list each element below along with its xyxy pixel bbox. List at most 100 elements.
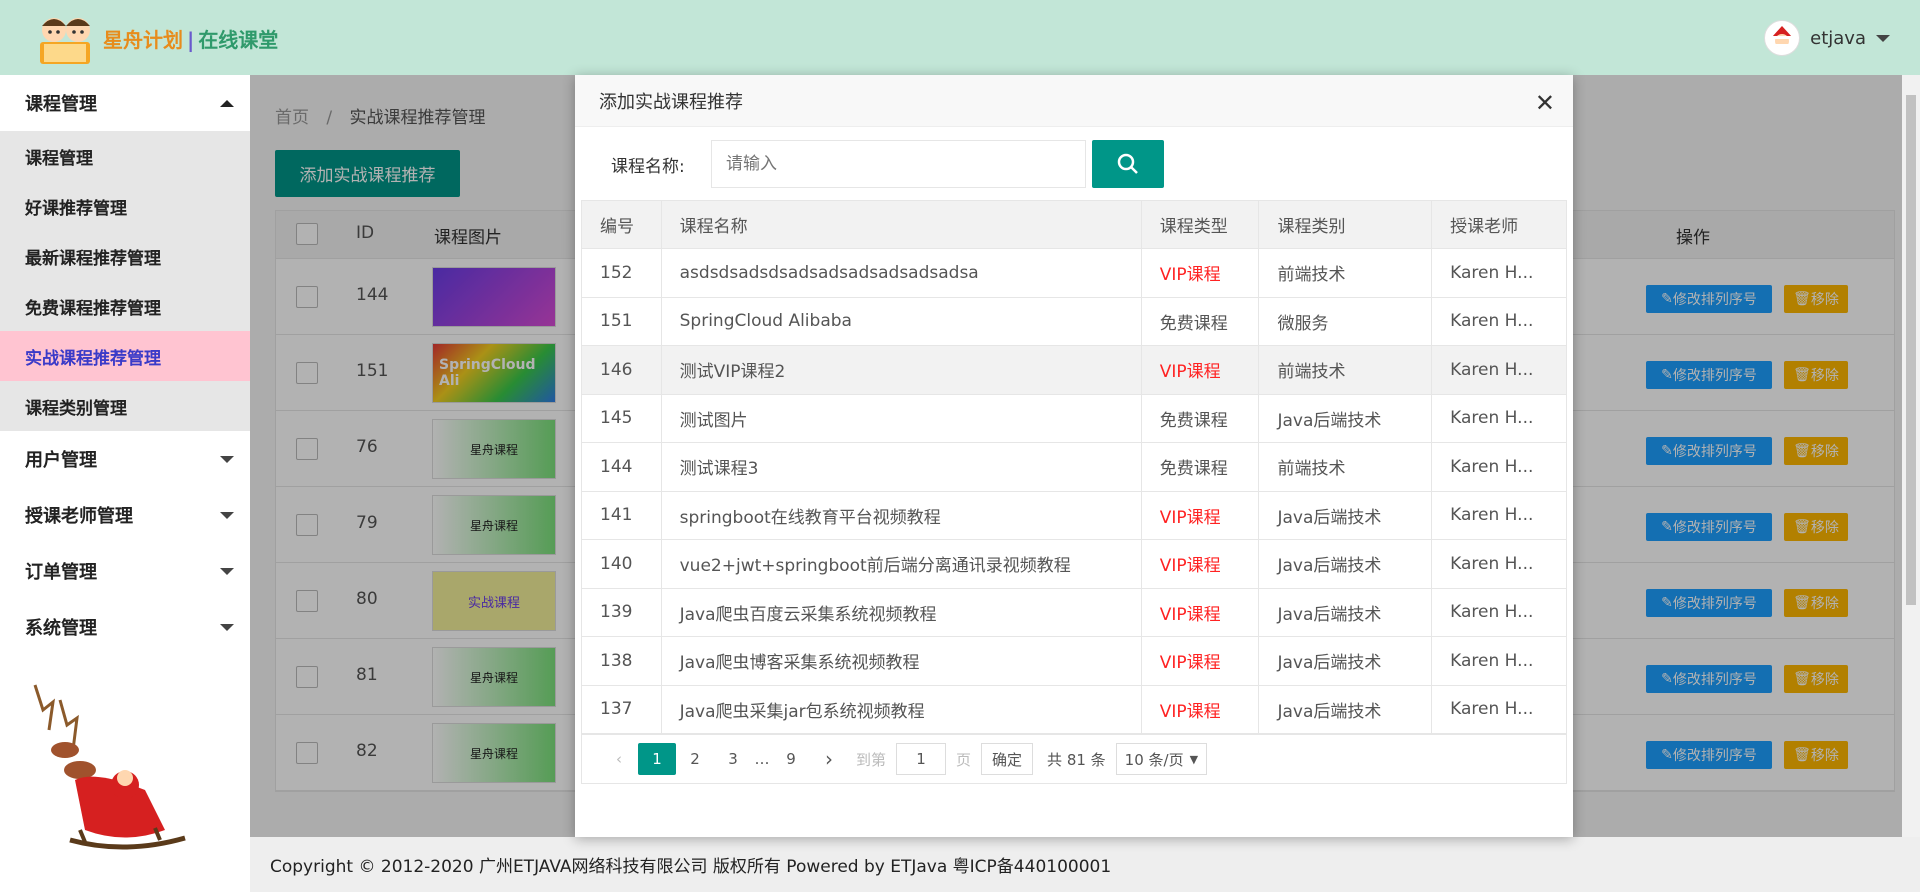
cell-id: 144 — [581, 442, 662, 492]
sidebar-group-label: 订单管理 — [25, 562, 97, 583]
sidebar-item-new-course[interactable]: 最新课程推荐管理 — [0, 231, 250, 281]
goto-confirm-button[interactable]: 确定 — [981, 743, 1034, 775]
cell-id: 140 — [581, 539, 662, 589]
chevron-down-icon[interactable] — [1876, 34, 1890, 42]
table-row[interactable]: 139 Java爬虫百度云采集系统视频教程 VIP课程 Java后端技术 Karen H… — [581, 587, 1567, 637]
cell-type: VIP课程 — [1140, 345, 1260, 395]
cell-category: Java后端技术 — [1258, 587, 1433, 637]
sidebar-group-order[interactable]: 订单管理 — [0, 543, 250, 599]
sidebar-group-teacher[interactable]: 授课老师管理 — [0, 487, 250, 543]
sidebar-group-system[interactable]: 系统管理 — [0, 599, 250, 655]
pagination: ‹ 1 2 3 … 9 › 到第 1 页 确定 共 81 条 10 条/页 ▼ — [581, 734, 1567, 784]
table-row[interactable]: 146 测试VIP课程2 VIP课程 前端技术 Karen H... — [581, 345, 1567, 395]
table-row[interactable]: 144 测试课程3 免费课程 前端技术 Karen H... — [581, 442, 1567, 492]
table-row[interactable]: 152 asdsdsadsdsadsadsadsadsadsadsa VIP课程 前端… — [581, 248, 1567, 298]
search-icon — [1117, 153, 1138, 174]
sidebar-item-course-category[interactable]: 课程类别管理 — [0, 381, 250, 431]
cell-teacher: Karen H... — [1431, 539, 1567, 589]
chevron-down-icon — [220, 455, 234, 463]
logo-separator: | — [187, 28, 195, 52]
add-recommend-modal: 添加实战课程推荐 ✕ 课程名称: 编号 课程名称 课程类型 课程类别 授课老师 … — [575, 75, 1573, 837]
cell-teacher: Karen H... — [1431, 296, 1567, 346]
cell-category: 微服务 — [1258, 296, 1433, 346]
next-page-icon[interactable]: › — [810, 743, 848, 775]
cell-category: 前端技术 — [1258, 248, 1433, 298]
cell-id: 151 — [581, 296, 662, 346]
cell-type: VIP课程 — [1140, 587, 1260, 637]
table-header-row: 编号 课程名称 课程类型 课程类别 授课老师 — [581, 200, 1567, 249]
cell-name: Java爬虫百度云采集系统视频教程 — [660, 587, 1142, 637]
page-9[interactable]: 9 — [772, 743, 810, 775]
search-button[interactable] — [1092, 140, 1164, 188]
cell-teacher: Karen H... — [1431, 636, 1567, 686]
col-course-name: 课程名称 — [660, 200, 1142, 249]
page-1[interactable]: 1 — [638, 743, 676, 775]
top-header: 星舟计划 | 在线课堂 etjava — [0, 0, 1920, 75]
cell-type: VIP课程 — [1140, 248, 1260, 298]
chevron-down-icon — [220, 511, 234, 519]
goto-label: 到第 — [856, 750, 887, 769]
cell-category: Java后端技术 — [1258, 636, 1433, 686]
santa-sleigh-icon — [33, 684, 186, 850]
modal-header: 添加实战课程推荐 ✕ — [575, 75, 1573, 127]
prev-page-icon[interactable]: ‹ — [600, 743, 638, 775]
sidebar-group-label: 用户管理 — [25, 450, 97, 471]
table-row[interactable]: 138 Java爬虫博客采集系统视频教程 VIP课程 Java后端技术 Karen H.… — [581, 636, 1567, 686]
page-3[interactable]: 3 — [714, 743, 752, 775]
cell-category: Java后端技术 — [1258, 684, 1433, 734]
cell-teacher: Karen H... — [1431, 684, 1567, 734]
chevron-down-icon — [220, 623, 234, 631]
cell-name: vue2+jwt+springboot前后端分离通讯录视频教程 — [660, 539, 1142, 589]
cell-name: 测试VIP课程2 — [660, 345, 1142, 395]
cell-category: Java后端技术 — [1258, 393, 1433, 443]
cell-type: 免费课程 — [1140, 393, 1260, 443]
scrollbar-thumb[interactable] — [1906, 95, 1916, 605]
cell-id: 152 — [581, 248, 662, 298]
sidebar-item-practical-course[interactable]: 实战课程推荐管理 — [0, 331, 250, 381]
sidebar-group-course[interactable]: 课程管理 — [0, 75, 250, 131]
cell-category: Java后端技术 — [1258, 539, 1433, 589]
cell-teacher: Karen H... — [1431, 490, 1567, 540]
sidebar-item-course[interactable]: 课程管理 — [0, 131, 250, 181]
col-course-type: 课程类型 — [1140, 200, 1260, 249]
user-menu[interactable]: etjava — [1764, 20, 1890, 56]
page-size-select[interactable]: 10 条/页 ▼ — [1115, 743, 1208, 775]
table-row[interactable]: 137 Java爬虫采集jar包系统视频教程 VIP课程 Java后端技术 Karen … — [581, 684, 1567, 734]
course-name-input[interactable] — [711, 140, 1086, 188]
cell-name: Java爬虫采集jar包系统视频教程 — [660, 684, 1142, 734]
cell-name: SpringCloud Alibaba — [660, 296, 1142, 346]
cell-teacher: Karen H... — [1431, 345, 1567, 395]
cell-teacher: Karen H... — [1431, 587, 1567, 637]
cell-name: springboot在线教育平台视频教程 — [660, 490, 1142, 540]
cell-id: 138 — [581, 636, 662, 686]
col-teacher: 授课老师 — [1431, 200, 1567, 249]
table-row[interactable]: 145 测试图片 免费课程 Java后端技术 Karen H... — [581, 393, 1567, 443]
col-course-category: 课程类别 — [1258, 200, 1433, 249]
sidebar-item-good-course[interactable]: 好课推荐管理 — [0, 181, 250, 231]
sidebar-group-label: 授课老师管理 — [25, 506, 133, 527]
logo-text-sub: 在线课堂 — [198, 28, 279, 52]
chevron-up-icon — [220, 99, 234, 107]
table-row[interactable]: 141 springboot在线教育平台视频教程 VIP课程 Java后端技术 Kare… — [581, 490, 1567, 540]
chevron-down-icon — [220, 567, 234, 575]
sidebar-submenu: 课程管理 好课推荐管理 最新课程推荐管理 免费课程推荐管理 实战课程推荐管理 课… — [0, 131, 250, 431]
sidebar-group-user[interactable]: 用户管理 — [0, 431, 250, 487]
cell-type: VIP课程 — [1140, 636, 1260, 686]
cell-id: 146 — [581, 345, 662, 395]
chevron-down-icon: ▼ — [1189, 752, 1199, 766]
cell-type: VIP课程 — [1140, 684, 1260, 734]
sidebar-item-free-course[interactable]: 免费课程推荐管理 — [0, 281, 250, 331]
logo-text-main: 星舟计划 — [103, 28, 183, 52]
cell-id: 141 — [581, 490, 662, 540]
page-scrollbar[interactable] — [1902, 75, 1920, 837]
close-icon[interactable]: ✕ — [1535, 89, 1555, 117]
table-row[interactable]: 140 vue2+jwt+springboot前后端分离通讯录视频教程 VIP课程 J… — [581, 539, 1567, 589]
col-number: 编号 — [581, 200, 662, 249]
page-ellipsis: … — [754, 750, 770, 768]
cell-id: 137 — [581, 684, 662, 734]
table-row[interactable]: 151 SpringCloud Alibaba 免费课程 微服务 Karen H... — [581, 296, 1567, 346]
username[interactable]: etjava — [1810, 28, 1866, 49]
goto-page-input[interactable]: 1 — [896, 743, 947, 775]
cell-id: 145 — [581, 393, 662, 443]
page-2[interactable]: 2 — [676, 743, 714, 775]
